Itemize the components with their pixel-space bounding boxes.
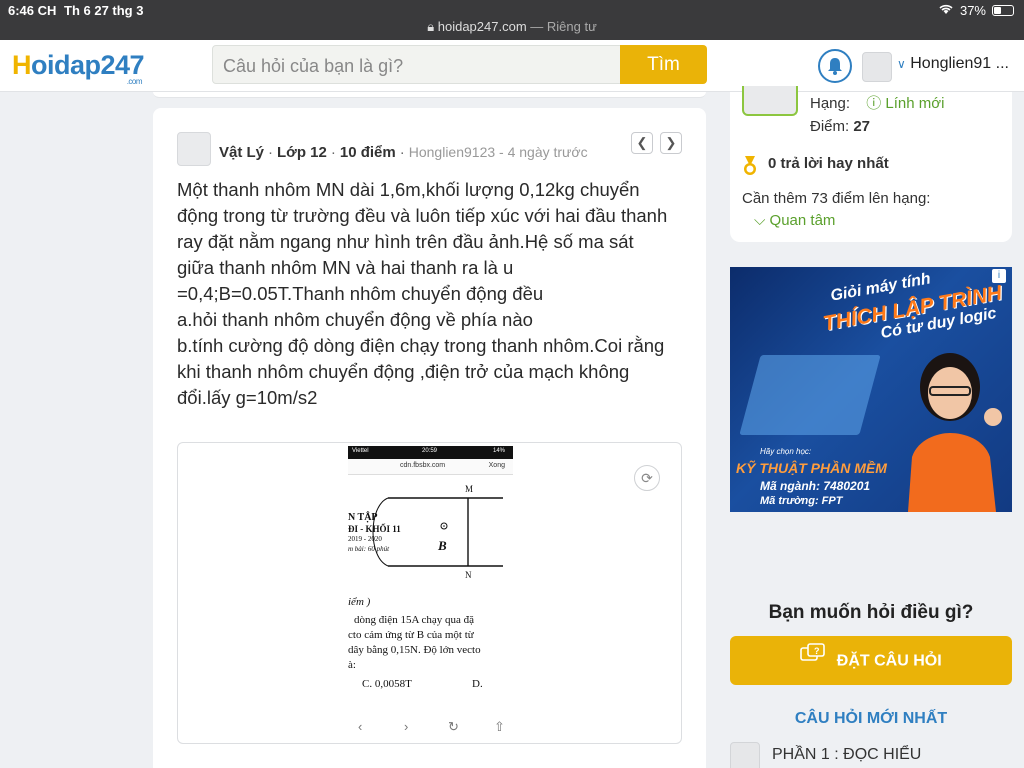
newest-question-item[interactable]: PHẦN 1 : ĐỌC HIỂU <box>772 746 921 764</box>
viewer-share-icon[interactable]: ⇧ <box>494 719 505 735</box>
question-card: Vật Lý · Lớp 12 · 10 điểm · Honglien9123 - 4 n… <box>153 108 706 768</box>
search-input[interactable]: Câu hỏi của bạn là gì? <box>212 45 622 84</box>
notification-bell-icon[interactable] <box>818 49 852 83</box>
next-question-button[interactable]: ❯ <box>660 132 682 154</box>
author-time: Honglien9123 - 4 ngày trước <box>408 144 588 160</box>
newest-questions-heading: CÂU HỎI MỚI NHẤT <box>794 710 948 727</box>
search-button[interactable]: Tìm <box>620 45 707 84</box>
rank-up-hint: Cần thêm 73 điểm lên hạng: <box>742 190 931 207</box>
user-stats-card: Hạng: ⓘ Lính mới Điểm: 27 0 trả lời hay … <box>730 86 1012 242</box>
ask-question-button[interactable]: ? ĐẶT CÂU HỎI <box>730 636 1012 685</box>
viewer-reload-icon[interactable]: ↻ <box>448 719 459 735</box>
subject-link[interactable]: Vật Lý <box>219 144 264 161</box>
ask-heading: Bạn muốn hỏi điều gì? <box>768 602 974 623</box>
user-menu[interactable]: ∨ Honglien91 ... <box>897 55 1009 73</box>
laptop-graphic <box>739 355 881 435</box>
username-label: Honglien91 ... <box>910 55 1009 72</box>
status-date: Th 6 27 thg 3 <box>64 3 144 18</box>
points-label: 10 điểm <box>339 144 396 161</box>
question-text: Một thanh nhôm MN dài 1,6m,khối lượng 0,… <box>177 179 668 408</box>
follow-button[interactable]: ⌵ Quan tâm <box>754 212 835 229</box>
battery-icon <box>992 5 1014 16</box>
asker-avatar[interactable] <box>177 132 211 166</box>
points-row: Điểm: 27 <box>810 118 871 135</box>
private-label: — Riêng tư <box>530 19 597 34</box>
previous-card-edge <box>153 92 706 98</box>
viewer-next-icon[interactable]: › <box>404 719 408 734</box>
wifi-icon <box>938 3 954 18</box>
question-image-viewer[interactable]: Viettel 20:59 14% cdn.fbsbx.com Xong M N… <box>177 442 682 744</box>
status-time: 6:46 CH <box>8 3 57 18</box>
chevron-circle-icon: ⌵ <box>754 212 766 229</box>
rotate-icon[interactable]: ⟳ <box>634 465 660 491</box>
site-logo[interactable]: Hoidap247 .com <box>12 50 145 86</box>
svg-text:?: ? <box>814 646 820 656</box>
chat-question-icon: ? <box>800 636 826 685</box>
viewer-prev-icon[interactable]: ‹ <box>358 719 362 734</box>
battery-percent: 37% <box>959 3 986 18</box>
site-header: Hoidap247 .com Câu hỏi của bạn là gì? Tì… <box>0 40 1024 92</box>
newest-question-avatar[interactable] <box>730 742 760 768</box>
address-bar[interactable]: 🔒︎ hoidap247.com — Riêng tư <box>0 19 1024 35</box>
url-text: hoidap247.com <box>437 19 527 34</box>
status-bar: 6:46 CH Th 6 27 thg 3 🔒︎ hoidap247.com —… <box>0 0 1024 40</box>
user-avatar[interactable] <box>862 52 892 82</box>
profile-avatar[interactable] <box>742 86 798 116</box>
grade-link[interactable]: Lớp 12 <box>277 144 327 161</box>
phone-address-bar: cdn.fbsbx.com Xong <box>348 459 513 475</box>
chevron-down-icon: ∨ <box>897 57 906 71</box>
lock-icon: 🔒︎ <box>427 19 435 34</box>
ad-person-graphic <box>908 353 1002 512</box>
medal-icon <box>744 156 756 175</box>
best-answers: 0 trả lời hay nhất <box>768 155 889 172</box>
advertisement-banner[interactable]: i Giỏi máy tính THÍCH LẬP TRÌNH Có tư du… <box>730 267 1012 512</box>
question-meta: Vật Lý · Lớp 12 · 10 điểm · Honglien9123 - 4 n… <box>219 144 588 161</box>
points-value: 27 <box>853 118 871 135</box>
question-image: Viettel 20:59 14% cdn.fbsbx.com Xong M N… <box>348 446 513 691</box>
rank-row: Hạng: ⓘ Lính mới <box>810 95 945 112</box>
prev-question-button[interactable]: ❮ <box>631 132 653 154</box>
rank-value: Lính mới <box>885 95 945 112</box>
phone-status-bar: Viettel 20:59 14% <box>348 446 513 459</box>
rank-icon: ⓘ <box>866 95 882 112</box>
